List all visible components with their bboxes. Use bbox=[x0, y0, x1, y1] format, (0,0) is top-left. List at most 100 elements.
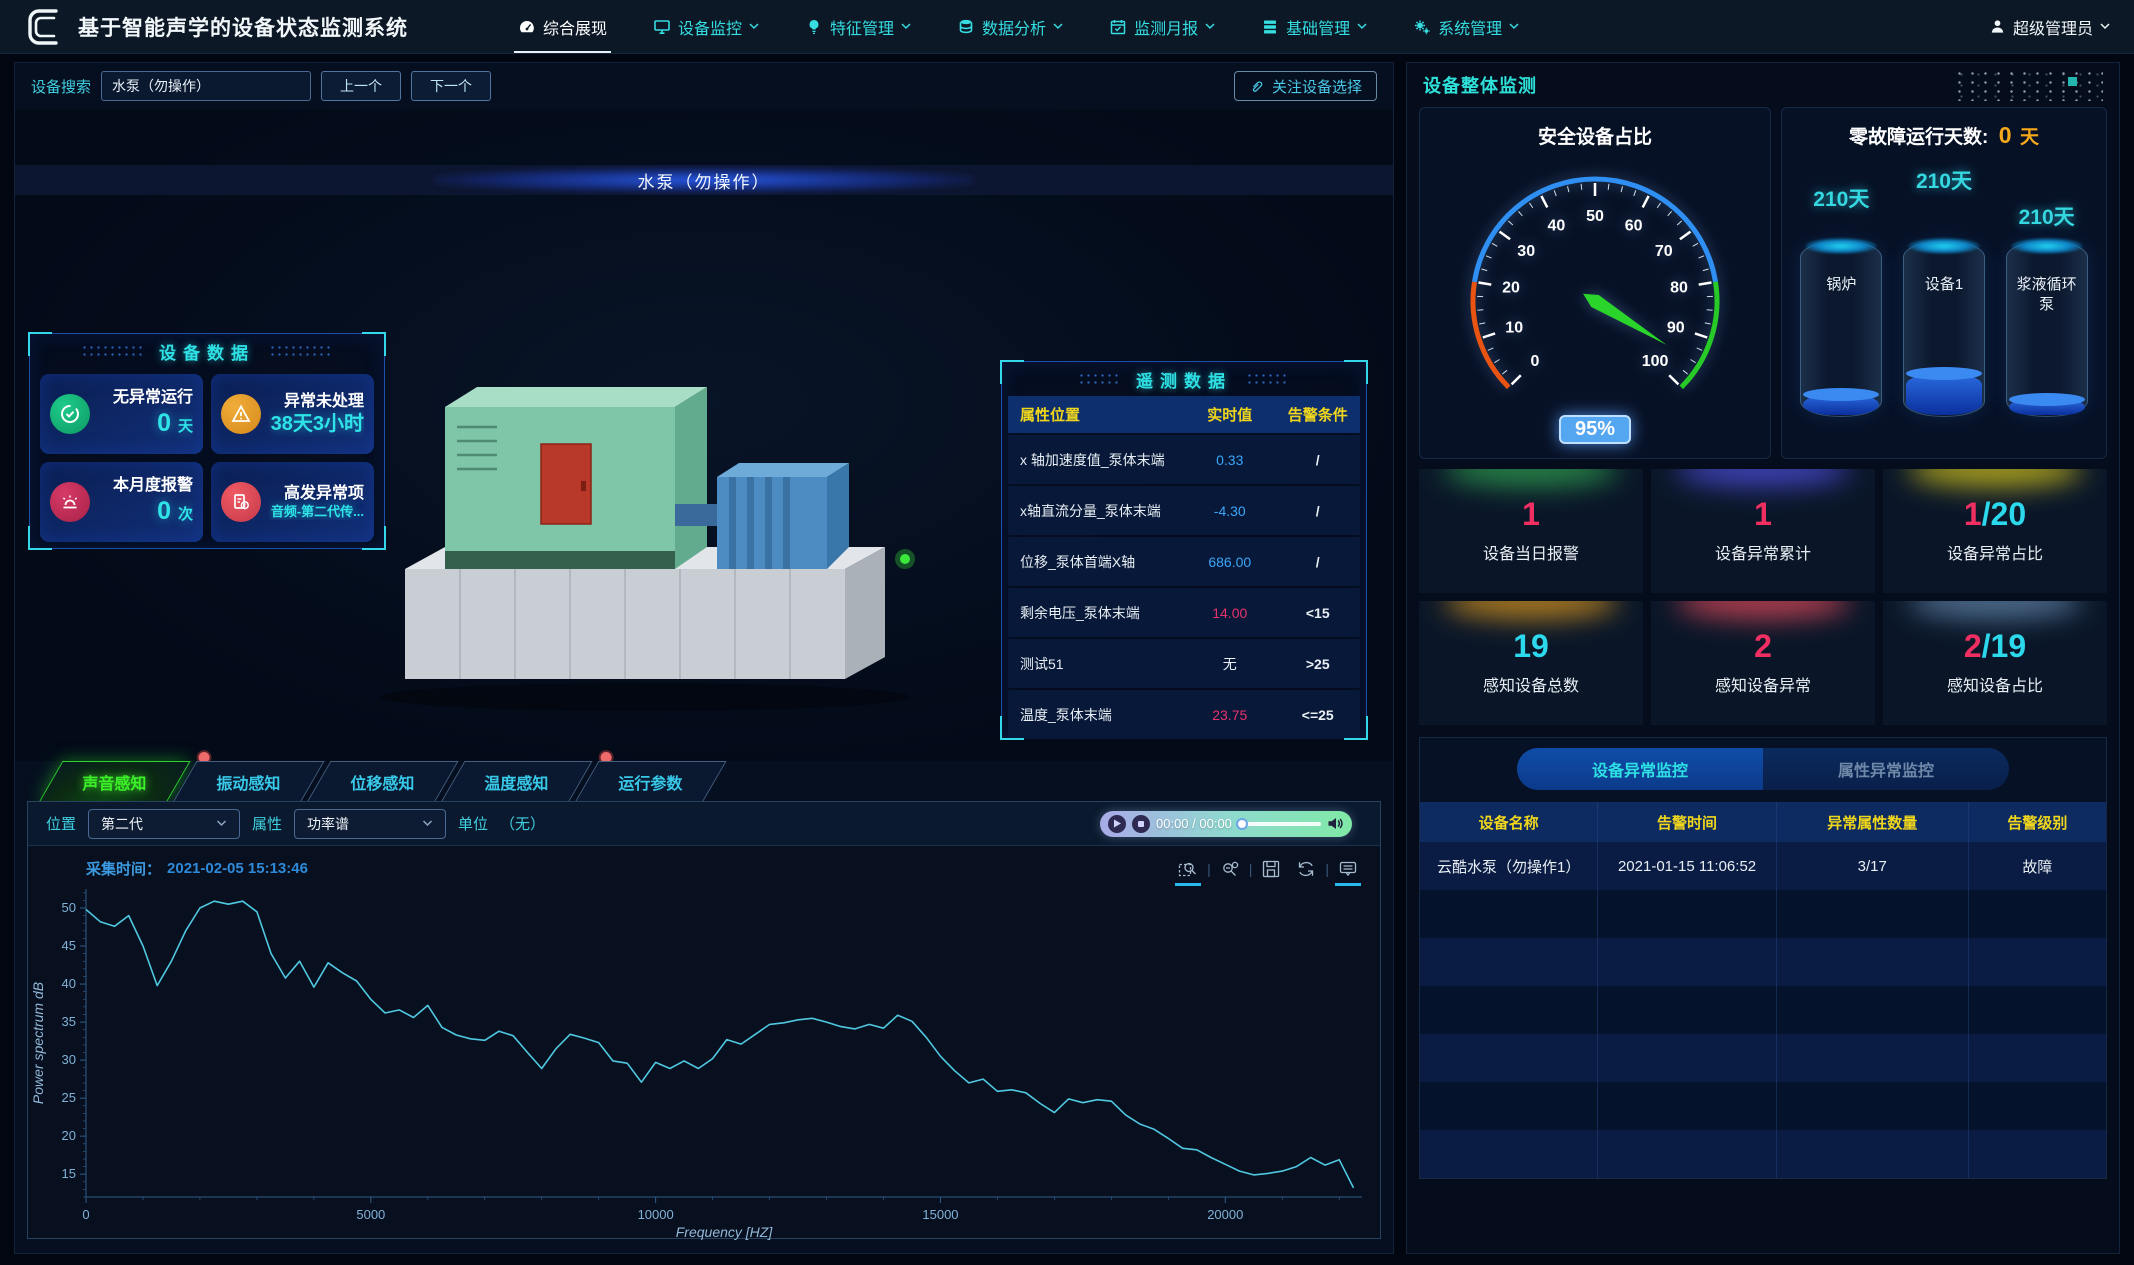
zoom-reset-icon[interactable] bbox=[1220, 859, 1240, 879]
attr-name: x 轴加速度值_泵体末端 bbox=[1008, 450, 1184, 470]
telemetry-table: 属性位置 实时值 告警条件 x 轴加速度值_泵体末端 0.33 / x轴直流分量… bbox=[1002, 396, 1366, 739]
stat-card-month-alarms: 本月度报警 0 次 bbox=[40, 462, 203, 542]
position-select[interactable]: 第二代 bbox=[88, 809, 240, 839]
days-value: 210天 bbox=[1916, 165, 1972, 195]
nav-item-feature-mgmt[interactable]: 特征管理 bbox=[805, 0, 911, 53]
previous-device-button[interactable]: 上一个 bbox=[321, 71, 401, 101]
nav-item-system-mgmt[interactable]: 系统管理 bbox=[1413, 0, 1519, 53]
chevron-down-icon bbox=[1205, 23, 1215, 30]
server-icon bbox=[1261, 18, 1279, 36]
zoom-select-icon[interactable] bbox=[1178, 859, 1198, 879]
stat-label: 设备异常占比 bbox=[1947, 540, 2043, 564]
equipment-3d-viewport[interactable]: 水泵（勿操作） bbox=[15, 109, 1393, 761]
equipment-3d-model[interactable] bbox=[345, 259, 985, 729]
svg-text:80: 80 bbox=[1670, 280, 1688, 297]
audio-player: 00:00 / 00:00 bbox=[1100, 811, 1352, 837]
cylinder-chart: 210天 锅炉 210天 bbox=[1782, 153, 2106, 417]
svg-text:20000: 20000 bbox=[1207, 1207, 1243, 1222]
chevron-down-icon bbox=[1509, 23, 1519, 30]
attr-cond: / bbox=[1276, 452, 1360, 468]
attr-cond: / bbox=[1276, 503, 1360, 519]
cylinder-top-glow bbox=[2011, 238, 2083, 254]
table-row-empty bbox=[1420, 1082, 2106, 1130]
nav-item-basic-mgmt[interactable]: 基础管理 bbox=[1261, 0, 1367, 53]
nav-item-overview[interactable]: 综合展现 bbox=[518, 0, 607, 53]
attr-value: -4.30 bbox=[1184, 503, 1276, 519]
cylinder-label: 浆液循环泵 bbox=[2006, 275, 2088, 316]
seek-slider[interactable] bbox=[1238, 822, 1321, 826]
glow-decoration bbox=[1676, 469, 1851, 487]
nav-item-data-analysis[interactable]: 数据分析 bbox=[957, 0, 1063, 53]
tab-sound[interactable]: 声音感知 bbox=[39, 761, 190, 801]
capture-time-label: 采集时间： bbox=[86, 858, 161, 879]
dot-matrix-decoration bbox=[1953, 69, 2103, 101]
stat-unit: 天 bbox=[178, 418, 193, 435]
table-row[interactable]: 测试51 无 >25 bbox=[1008, 639, 1360, 688]
attr-value: 0.33 bbox=[1184, 452, 1276, 468]
alarm-table: 设备名称 告警时间 异常属性数量 告警级别 云酷水泵（勿操作1） 2021-01… bbox=[1420, 802, 2106, 1178]
tab-attribute-abnormal[interactable]: 属性异常监控 bbox=[1763, 748, 2009, 790]
table-row[interactable]: x轴直流分量_泵体末端 -4.30 / bbox=[1008, 486, 1360, 535]
device-search-input[interactable] bbox=[101, 71, 311, 101]
table-row[interactable]: 温度_泵体末端 23.75 <=25 bbox=[1008, 690, 1360, 739]
table-row[interactable]: x 轴加速度值_泵体末端 0.33 / bbox=[1008, 435, 1360, 484]
glow-decoration bbox=[1676, 601, 1851, 619]
attr-cond: <=25 bbox=[1276, 707, 1360, 723]
unit-value: （无） bbox=[500, 813, 545, 834]
save-image-icon[interactable] bbox=[1261, 859, 1281, 879]
volume-icon[interactable] bbox=[1327, 816, 1344, 831]
cylinder: 浆液循环泵 bbox=[2006, 241, 2088, 417]
table-row[interactable]: 剩余电压_泵体末端 14.00 <15 bbox=[1008, 588, 1360, 637]
overall-monitor-title: 设备整体监测 bbox=[1423, 72, 1537, 98]
user-menu[interactable]: 超级管理员 bbox=[1989, 15, 2110, 39]
telemetry-header: 遥测数据 bbox=[1002, 362, 1366, 396]
tab-run-params[interactable]: 运行参数 bbox=[575, 761, 726, 801]
nav-item-monthly-report[interactable]: 监测月报 bbox=[1109, 0, 1215, 53]
calendar-check-icon bbox=[1109, 18, 1127, 36]
tab-device-abnormal[interactable]: 设备异常监控 bbox=[1517, 748, 1763, 790]
stop-button[interactable] bbox=[1132, 815, 1150, 833]
tab-label: 位移感知 bbox=[351, 770, 415, 794]
monitor-icon bbox=[653, 18, 671, 36]
cylinder-label: 设备1 bbox=[1903, 275, 1985, 295]
table-row-empty bbox=[1420, 938, 2106, 986]
attr-name: 位移_泵体首端X轴 bbox=[1008, 552, 1184, 572]
sense-tabs: 声音感知 振动感知 位移感知 温度感知 运行参数 bbox=[15, 761, 1393, 801]
unit-label: 单位 bbox=[458, 813, 488, 834]
table-row[interactable]: 云酷水泵（勿操作1） 2021-01-15 11:06:52 3/17 故障 bbox=[1420, 842, 2106, 890]
slider-knob[interactable] bbox=[1236, 818, 1248, 830]
nav-item-device-monitor[interactable]: 设备监控 bbox=[653, 0, 759, 53]
play-button[interactable] bbox=[1108, 815, 1126, 833]
alarm-level-cell: 故障 bbox=[1969, 842, 2106, 890]
column-header: 告警级别 bbox=[1969, 802, 2106, 842]
glow-decoration bbox=[1444, 469, 1619, 487]
restore-icon[interactable] bbox=[1296, 859, 1316, 879]
telemetry-table-header: 属性位置 实时值 告警条件 bbox=[1008, 396, 1360, 433]
next-device-button[interactable]: 下一个 bbox=[411, 71, 491, 101]
nav-label: 设备监控 bbox=[678, 15, 742, 39]
glow-decoration bbox=[1908, 601, 2083, 619]
focus-device-select-button[interactable]: 关注设备选择 bbox=[1234, 71, 1377, 101]
data-view-icon[interactable] bbox=[1338, 859, 1358, 879]
stat-card-unhandled: 异常未处理 38天3小时 bbox=[211, 374, 374, 454]
telemetry-title: 遥测数据 bbox=[1136, 367, 1232, 392]
nav-label: 基础管理 bbox=[1286, 15, 1350, 39]
tab-label: 运行参数 bbox=[619, 770, 683, 794]
table-row[interactable]: 位移_泵体首端X轴 686.00 / bbox=[1008, 537, 1360, 586]
stat-unit: 次 bbox=[178, 506, 193, 523]
safety-gauge-card: 安全设备占比 0102030405060708090100 95% bbox=[1419, 107, 1771, 459]
attribute-select[interactable]: 功率谱 bbox=[294, 809, 446, 839]
tab-temperature[interactable]: 温度感知 bbox=[441, 761, 592, 801]
top-widgets-row: 安全设备占比 0102030405060708090100 95% 零故障运行天… bbox=[1407, 107, 2119, 459]
device-data-title: 设备数据 bbox=[159, 339, 255, 364]
tab-displacement[interactable]: 位移感知 bbox=[307, 761, 458, 801]
tab-vibration[interactable]: 振动感知 bbox=[173, 761, 324, 801]
viewport-title: 水泵（勿操作） bbox=[638, 168, 771, 193]
svg-text:50: 50 bbox=[1586, 208, 1604, 225]
teal-square-decoration bbox=[2068, 77, 2077, 86]
table-row-empty bbox=[1420, 986, 2106, 1034]
tab-label: 振动感知 bbox=[217, 770, 281, 794]
alarm-monitor-card: 设备异常监控 属性异常监控 设备名称 告警时间 异常属性数量 告警级别 云酷水泵… bbox=[1419, 737, 2107, 1179]
attr-value: 686.00 bbox=[1184, 554, 1276, 570]
power-spectrum-chart[interactable]: 152025303540455005000100001500020000Freq… bbox=[28, 879, 1380, 1245]
